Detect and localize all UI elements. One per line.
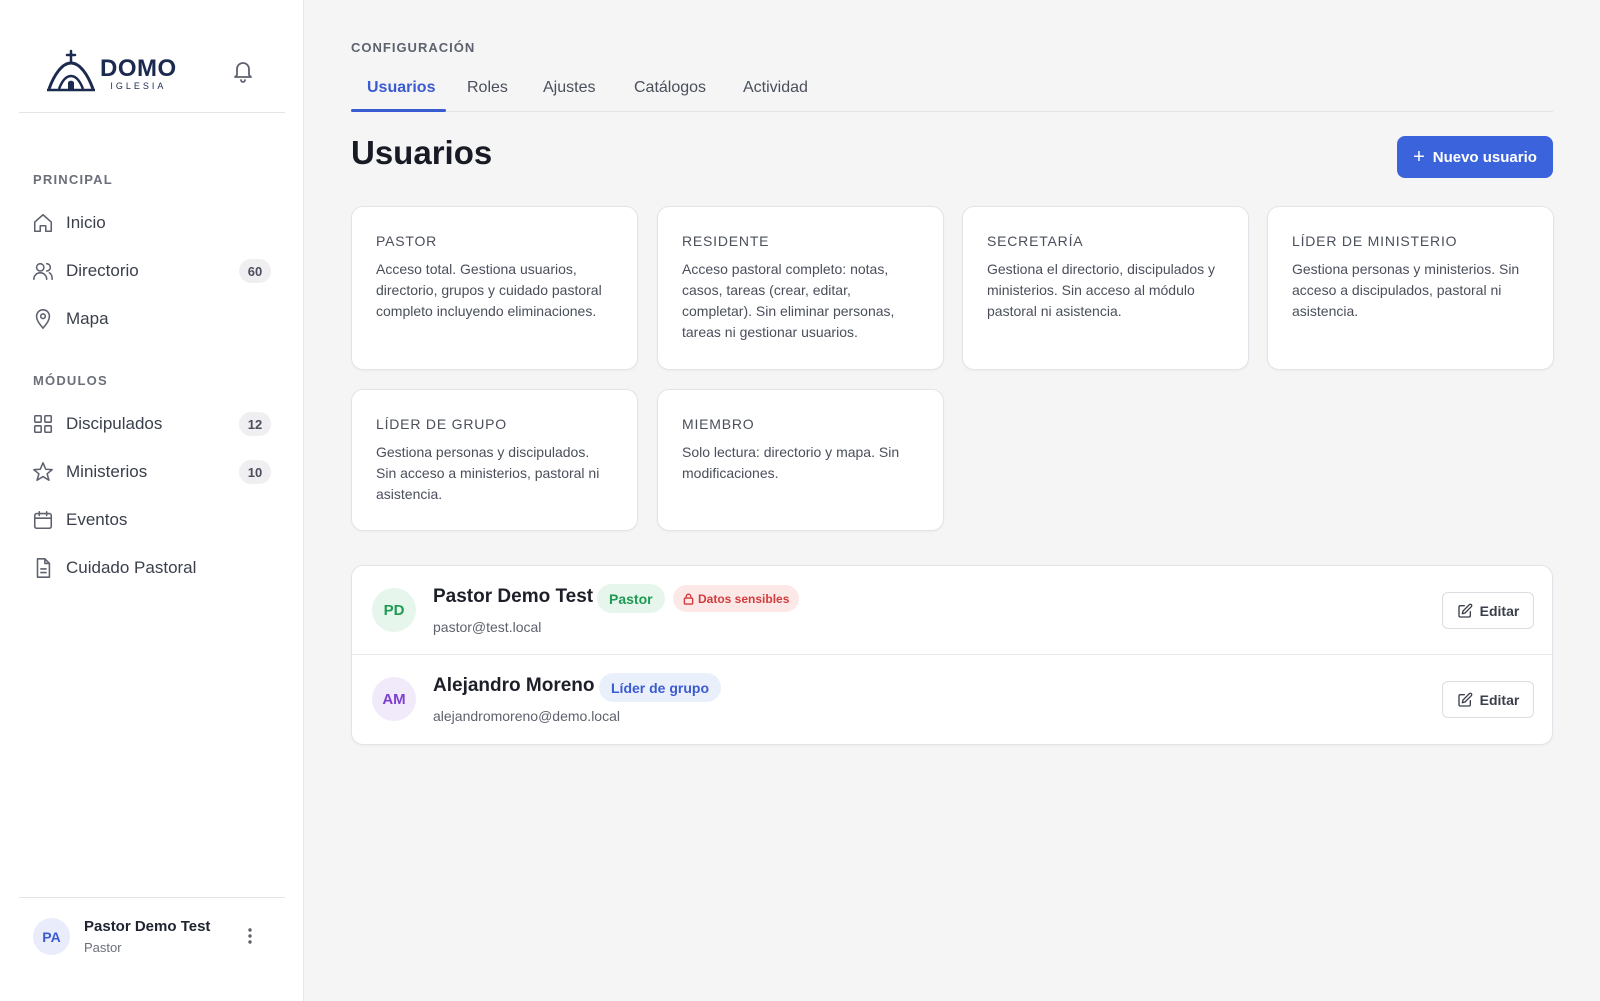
- active-tab-indicator: [351, 109, 446, 112]
- sidebar-item-mapa[interactable]: Mapa: [19, 299, 285, 339]
- current-user-role: Pastor: [84, 940, 122, 955]
- current-user: PA Pastor Demo Test Pastor: [19, 897, 285, 981]
- table-row: PD Pastor Demo Test Pastor Datos sensibl…: [352, 566, 1552, 655]
- settings-tabs: Usuarios Roles Ajustes Catálogos Activid…: [351, 72, 1553, 112]
- role-description: Gestiona personas y ministerios. Sin acc…: [1292, 261, 1520, 319]
- map-pin-icon: [32, 308, 54, 330]
- edit-user-button[interactable]: Editar: [1442, 592, 1534, 629]
- role-title: LÍDER DE GRUPO: [376, 416, 507, 432]
- sidebar-item-label: Discipulados: [66, 414, 163, 433]
- role-title: LÍDER DE MINISTERIO: [1292, 233, 1458, 249]
- avatar[interactable]: PA: [33, 918, 70, 955]
- role-card-pastor: PASTOR Acceso total. Gestiona usuarios, …: [351, 206, 638, 370]
- user-name: Pastor Demo Test: [433, 586, 594, 607]
- brand-subtitle: IGLESIA: [110, 81, 167, 91]
- role-title: RESIDENTE: [682, 233, 770, 249]
- sidebar-item-label: Directorio: [66, 261, 139, 280]
- edit-button-label: Editar: [1479, 602, 1520, 619]
- role-description: Acceso total. Gestiona usuarios, directo…: [376, 261, 602, 319]
- user-name: Alejandro Moreno: [433, 675, 595, 696]
- lock-icon: [683, 593, 694, 605]
- section-label-principal: PRINCIPAL: [33, 172, 113, 187]
- role-title: PASTOR: [376, 233, 438, 249]
- section-label-modulos: MÓDULOS: [33, 373, 108, 388]
- home-icon: [32, 212, 54, 234]
- sidebar-item-cuidado-pastoral[interactable]: Cuidado Pastoral: [19, 548, 285, 588]
- tab-catalogos[interactable]: Catálogos: [634, 72, 706, 112]
- role-badge: Pastor: [597, 584, 665, 613]
- count-badge: 60: [239, 259, 271, 283]
- sensitive-badge-label: Datos sensibles: [698, 591, 790, 606]
- role-description: Acceso pastoral completo: notas, casos, …: [682, 261, 895, 340]
- notifications-bell-icon[interactable]: [231, 59, 255, 83]
- plus-icon: +: [1413, 146, 1425, 168]
- sidebar-item-eventos[interactable]: Eventos: [19, 500, 285, 540]
- sidebar-item-label: Inicio: [66, 213, 106, 232]
- role-card-miembro: MIEMBRO Solo lectura: directorio y mapa.…: [657, 389, 944, 531]
- breadcrumb: CONFIGURACIÓN: [351, 40, 476, 55]
- role-card-lider-grupo: LÍDER DE GRUPO Gestiona personas y disci…: [351, 389, 638, 531]
- role-title: SECRETARÍA: [987, 233, 1084, 249]
- grid-icon: [32, 413, 54, 435]
- role-description: Solo lectura: directorio y mapa. Sin mod…: [682, 444, 900, 481]
- role-title: MIEMBRO: [682, 416, 755, 432]
- avatar: PD: [372, 588, 416, 632]
- count-badge: 10: [239, 460, 271, 484]
- sensitive-data-badge: Datos sensibles: [673, 585, 800, 612]
- user-email: pastor@test.local: [433, 619, 542, 635]
- users-list: PD Pastor Demo Test Pastor Datos sensibl…: [351, 565, 1553, 745]
- star-icon: [32, 461, 54, 483]
- sidebar-item-ministerios[interactable]: Ministerios 10: [19, 452, 285, 492]
- edit-icon: [1457, 603, 1473, 618]
- page-title: Usuarios: [351, 134, 493, 171]
- edit-button-label: Editar: [1479, 691, 1520, 708]
- role-card-residente: RESIDENTE Acceso pastoral completo: nota…: [657, 206, 944, 370]
- sidebar: DOMO IGLESIA PRINCIPAL Inicio Directorio…: [0, 0, 304, 1001]
- sidebar-item-inicio[interactable]: Inicio: [19, 203, 285, 243]
- role-card-lider-ministerio: LÍDER DE MINISTERIO Gestiona personas y …: [1267, 206, 1554, 370]
- current-user-name: Pastor Demo Test: [84, 918, 211, 935]
- count-badge: 12: [239, 412, 271, 436]
- sidebar-item-label: Ministerios: [66, 462, 148, 481]
- sidebar-item-label: Eventos: [66, 510, 128, 529]
- logo[interactable]: DOMO IGLESIA: [46, 49, 196, 93]
- table-row: AM Alejandro Moreno Líder de grupo aleja…: [352, 655, 1552, 744]
- users-icon: [32, 260, 54, 282]
- new-user-button-label: Nuevo usuario: [1432, 148, 1537, 166]
- tab-ajustes[interactable]: Ajustes: [543, 72, 595, 112]
- tab-usuarios[interactable]: Usuarios: [367, 72, 435, 112]
- sidebar-item-discipulados[interactable]: Discipulados 12: [19, 404, 285, 444]
- sidebar-item-label: Mapa: [66, 309, 109, 328]
- more-options-icon[interactable]: [240, 924, 260, 948]
- user-email: alejandromoreno@demo.local: [433, 708, 620, 724]
- role-description: Gestiona personas y discipulados. Sin ac…: [376, 444, 600, 502]
- brand-header: DOMO IGLESIA: [19, 0, 285, 113]
- role-card-secretaria: SECRETARÍA Gestiona el directorio, disci…: [962, 206, 1249, 370]
- avatar: AM: [372, 677, 416, 721]
- new-user-button[interactable]: + Nuevo usuario: [1397, 136, 1553, 178]
- sidebar-item-label: Cuidado Pastoral: [66, 558, 197, 577]
- church-logo-icon: [47, 49, 95, 92]
- brand-name: DOMO: [100, 55, 177, 82]
- tab-roles[interactable]: Roles: [467, 72, 508, 112]
- tab-actividad[interactable]: Actividad: [743, 72, 808, 112]
- sidebar-item-directorio[interactable]: Directorio 60: [19, 251, 285, 291]
- document-icon: [32, 557, 54, 579]
- calendar-icon: [32, 509, 54, 531]
- edit-icon: [1457, 692, 1473, 707]
- role-badge: Líder de grupo: [599, 673, 721, 702]
- role-description: Gestiona el directorio, discipulados y m…: [987, 261, 1216, 319]
- edit-user-button[interactable]: Editar: [1442, 681, 1534, 718]
